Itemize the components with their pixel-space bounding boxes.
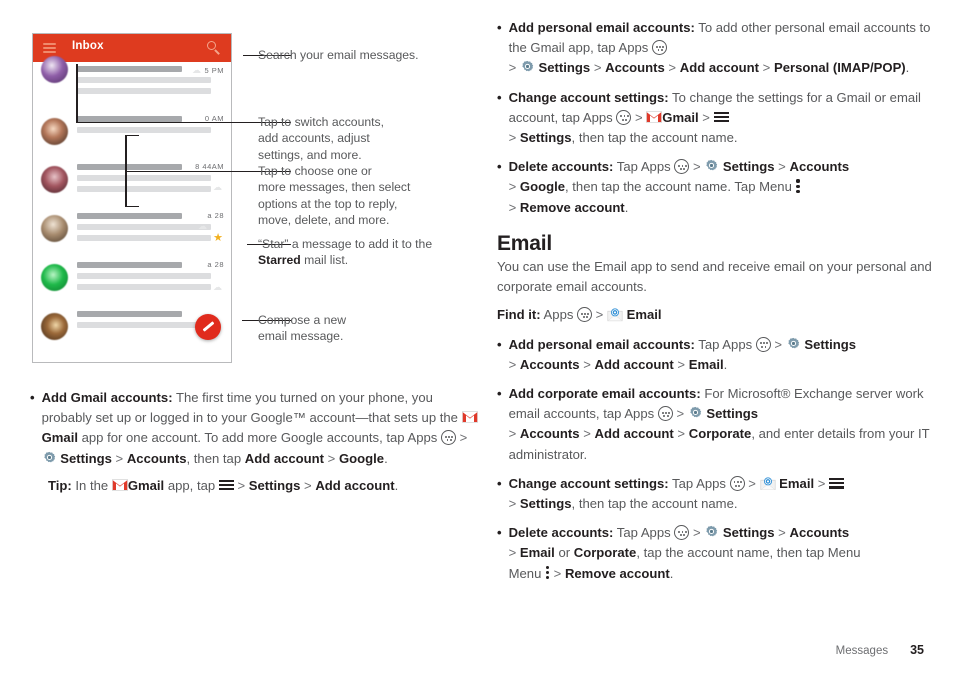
email-app-icon [759, 477, 776, 491]
find-it-label: Find it: [497, 307, 541, 323]
timestamp: 5 PM [204, 66, 224, 75]
list-item[interactable]: 5 PM ☁ [33, 56, 231, 110]
bullet-delete-accounts-gmail: • Delete accounts: Tap Apps > Settings >… [497, 157, 937, 218]
bullet-dot: • [497, 336, 502, 352]
apps-icon [652, 40, 667, 56]
section-intro: You can use the Email app to send and re… [497, 259, 932, 295]
gear-icon [42, 451, 57, 466]
bullet-change-account-settings-email: • Change account settings: Tap Apps > Em… [497, 474, 937, 514]
apps-icon [616, 109, 632, 125]
bullet-dot: • [497, 525, 502, 541]
bullet-change-account-settings-gmail: • Change account settings: To change the… [497, 88, 937, 149]
left-body-text: • Add Gmail accounts: The first time you… [30, 388, 485, 496]
search-icon[interactable] [207, 41, 221, 55]
gear-icon [704, 525, 719, 540]
bullet-add-personal-email-gmail: • Add personal email accounts: To add ot… [497, 18, 937, 79]
callout-star-message: “Star” a message to add it to the Starre… [258, 237, 433, 268]
page-title: Email [497, 231, 553, 255]
apps-icon [657, 406, 673, 422]
timestamp: a 28 [207, 211, 224, 220]
bullet-dot: • [497, 475, 502, 491]
apps-icon [577, 307, 593, 323]
gmail-icon [461, 411, 478, 424]
bullet-dot: • [497, 89, 502, 105]
gear-icon [704, 159, 719, 174]
leader-line [125, 206, 139, 208]
bullet-dot: • [497, 386, 502, 402]
list-item[interactable]: 8 44AM ☁ [33, 158, 231, 207]
inbox-title: Inbox [72, 40, 104, 52]
tip-label: Tip: [48, 477, 72, 493]
list-item[interactable]: 0 AM [33, 110, 231, 158]
bullet-add-gmail-accounts: • Add Gmail accounts: The first time you… [30, 388, 485, 469]
bullet-label: Change account settings: [508, 475, 669, 491]
bullet-label: Delete accounts: [508, 159, 614, 175]
gear-icon [786, 337, 801, 352]
manual-page: Inbox 5 PM ☁ 0 AM 8 44AM ☁ a 28 ☁ ★ a 28… [0, 0, 954, 677]
bullet-add-corporate-email: • Add corporate email accounts: For Micr… [497, 384, 937, 465]
right-column: • Add personal email accounts: To add ot… [497, 18, 937, 593]
avatar [41, 215, 68, 242]
gmail-icon [646, 110, 663, 124]
hamburger-icon[interactable] [43, 43, 56, 53]
star-icon[interactable]: ★ [213, 233, 223, 244]
page-number: 35 [910, 643, 924, 657]
hamburger-icon [713, 111, 729, 123]
bullet-label: Add Gmail accounts: [41, 390, 173, 405]
compose-pencil-icon [202, 321, 215, 332]
hamburger-icon [218, 479, 234, 491]
timestamp: 8 44AM [195, 162, 224, 171]
apps-icon [674, 525, 690, 541]
overflow-menu-icon [796, 179, 801, 194]
callout-compose: Compose a new email message. [258, 313, 347, 344]
leader-line [125, 135, 139, 137]
apps-icon [755, 336, 771, 352]
gmail-icon [111, 478, 128, 492]
tip-line: Tip: In the Gmail app, tap > Settings > … [48, 477, 399, 493]
apps-icon [674, 159, 690, 175]
leader-line [76, 64, 78, 123]
apps-icon [729, 475, 745, 491]
callout-choose-messages: Tap to choose one or more messages, then… [258, 164, 411, 228]
bullet-dot: • [497, 159, 502, 175]
bullet-label: Add corporate email accounts: [508, 386, 701, 402]
callout-switch-accounts: Tap to switch accounts, add accounts, ad… [258, 115, 384, 162]
gear-icon [688, 406, 703, 421]
page-footer: Messages 35 [836, 643, 924, 657]
find-it-line: Find it: Apps > Email [497, 307, 662, 323]
bullet-label: Change account settings: [508, 89, 669, 105]
list-item[interactable]: a 28 ☁ ★ [33, 207, 231, 256]
list-item[interactable]: a 28 ☁ [33, 256, 231, 305]
bullet-label: Add personal email accounts: [508, 20, 695, 35]
avatar [41, 56, 68, 83]
bullet-dot: • [30, 390, 35, 405]
avatar [41, 166, 68, 193]
timestamp: a 28 [207, 260, 224, 269]
message-list[interactable]: 5 PM ☁ 0 AM 8 44AM ☁ a 28 ☁ ★ a 28 ☁ [33, 56, 231, 353]
apps-icon [440, 430, 456, 446]
email-app-icon [607, 308, 623, 322]
hamburger-icon [829, 477, 845, 489]
phone-screenshot: Inbox 5 PM ☁ 0 AM 8 44AM ☁ a 28 ☁ ★ a 28… [32, 33, 232, 363]
gear-icon [520, 60, 535, 75]
bullet-label: Add personal email accounts: [508, 336, 695, 352]
bullet-label: Delete accounts: [508, 525, 614, 541]
callout-search: Search your email messages. [258, 48, 419, 62]
bullet-delete-accounts-email: • Delete accounts: Tap Apps > Settings >… [497, 523, 937, 584]
avatar [41, 264, 68, 291]
menu-word: Menu [508, 565, 542, 581]
overflow-menu-icon [545, 565, 550, 580]
bullet-add-personal-email: • Add personal email accounts: Tap Apps … [497, 335, 937, 375]
bullet-dot: • [497, 20, 502, 35]
avatar [41, 313, 68, 340]
chapter-name: Messages [835, 645, 889, 657]
compose-button[interactable] [195, 314, 221, 340]
avatar [41, 118, 68, 145]
